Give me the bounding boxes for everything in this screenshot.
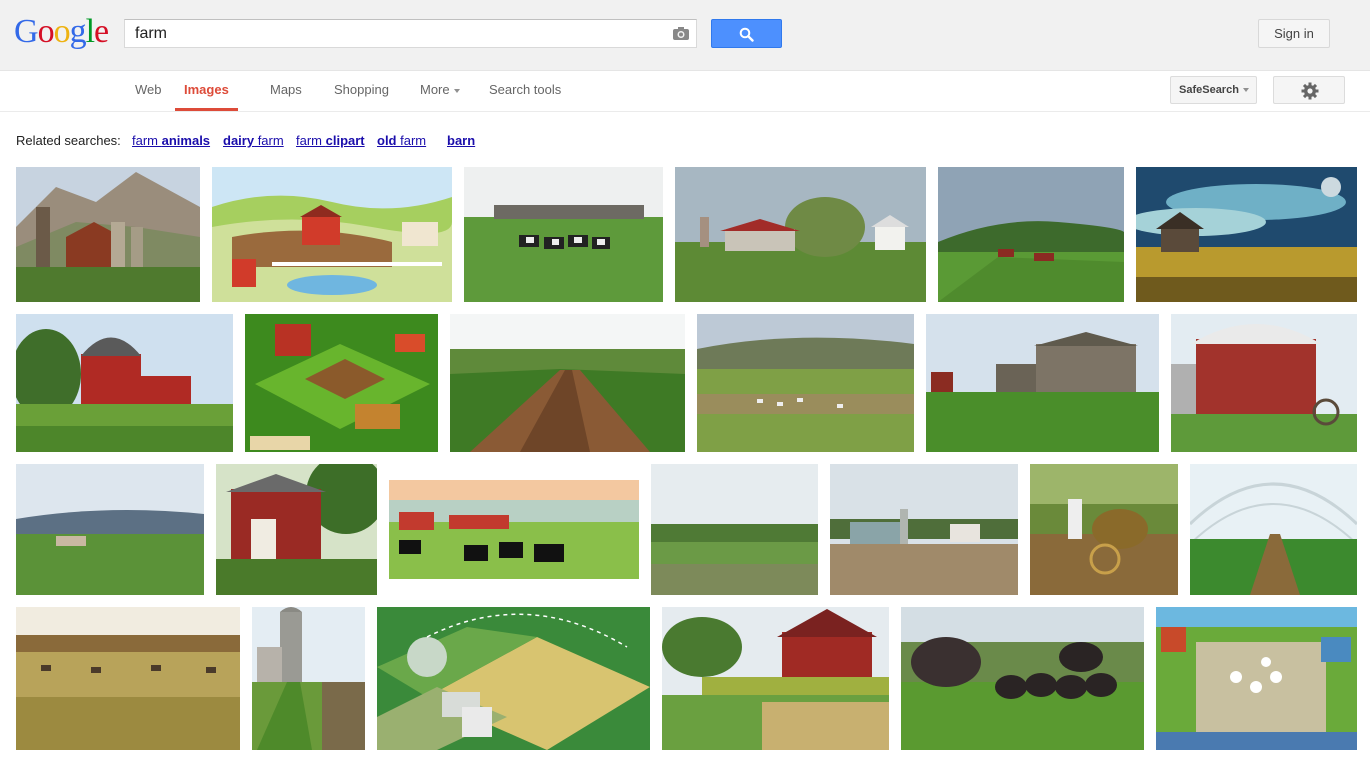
logo-letter: g [69, 13, 87, 50]
precision-farm-diagram-image [377, 607, 650, 750]
related-link-dairy-farm[interactable]: dairy farm [223, 133, 284, 148]
settings-button[interactable] [1273, 76, 1345, 104]
image-result-grey-barn[interactable] [926, 314, 1159, 452]
meadow-hills-image [16, 464, 204, 595]
farm-frenzy-game-image [1156, 607, 1357, 750]
related-link-farm-animals[interactable]: farm animals [132, 133, 210, 148]
image-result-old-house-sky[interactable] [1136, 167, 1357, 302]
search-button[interactable] [711, 19, 782, 48]
image-result-pasture-animals[interactable] [697, 314, 914, 452]
logo-letter: e [94, 13, 109, 50]
image-result-farm-game[interactable] [245, 314, 438, 452]
image-result-precision-farm-diagram[interactable] [377, 607, 650, 750]
image-result-red-barn-wagon[interactable] [1171, 314, 1357, 452]
red-barn-corn-image [16, 314, 233, 452]
image-result-barn-mountains[interactable] [16, 167, 200, 302]
related-searches-label: Related searches: [16, 133, 121, 148]
search-nav: Web Images Maps Shopping More Search too… [0, 71, 1370, 112]
camera-icon[interactable] [672, 26, 690, 41]
image-result-cow-painting[interactable] [389, 480, 639, 579]
farmer-wheelbarrow-image [1030, 464, 1178, 595]
tab-more-label: More [420, 82, 450, 97]
red-barn-wagon-image [1171, 314, 1357, 452]
image-result-green-valley[interactable] [938, 167, 1124, 302]
barn-garden-image [216, 464, 377, 595]
gear-icon [1301, 82, 1319, 100]
image-result-cartoon-farm[interactable] [212, 167, 452, 302]
tab-more[interactable]: More [420, 71, 460, 111]
dairy-silos-image [830, 464, 1018, 595]
related-link-barn[interactable]: barn [447, 133, 475, 148]
safesearch-label: SafeSearch [1179, 84, 1239, 96]
tab-maps[interactable]: Maps [270, 71, 302, 111]
pasture-animals-image [697, 314, 914, 452]
greenhouse-image [1190, 464, 1357, 595]
image-result-cows-grazing[interactable] [464, 167, 663, 302]
image-result-cattle-pasture[interactable] [16, 607, 240, 750]
image-result-plowed-rows[interactable] [450, 314, 685, 452]
search-input[interactable] [135, 20, 655, 47]
cartoon-farm-image [212, 167, 452, 302]
image-result-red-barn-corn[interactable] [16, 314, 233, 452]
silo-path-image [252, 607, 365, 750]
tab-images[interactable]: Images [175, 71, 238, 111]
image-result-barn-garden[interactable] [216, 464, 377, 595]
tab-web[interactable]: Web [135, 71, 162, 111]
chevron-down-icon [453, 88, 460, 93]
image-result-barn-cornfield[interactable] [662, 607, 889, 750]
related-link-farm-clipart[interactable]: farm clipart [296, 133, 365, 148]
farm-game-image [245, 314, 438, 452]
grey-barn-image [926, 314, 1159, 452]
image-result-silo-path[interactable] [252, 607, 365, 750]
search-icon [739, 27, 754, 42]
cow-painting-image [389, 480, 639, 579]
logo-letter: l [85, 13, 96, 50]
image-result-red-farmhouse[interactable] [675, 167, 926, 302]
plowed-rows-image [450, 314, 685, 452]
barn-mountains-image [16, 167, 200, 302]
chevron-down-icon [1242, 88, 1249, 93]
image-result-greenhouse[interactable] [1190, 464, 1357, 595]
header: Google Sign in [0, 0, 1370, 71]
black-pigs-image [901, 607, 1144, 750]
red-farmhouse-image [675, 167, 926, 302]
field-rows-image [651, 464, 818, 595]
image-result-field-rows[interactable] [651, 464, 818, 595]
cows-grazing-image [464, 167, 663, 302]
image-result-farmer-wheelbarrow[interactable] [1030, 464, 1178, 595]
image-result-farm-frenzy-game[interactable] [1156, 607, 1357, 750]
green-valley-image [938, 167, 1124, 302]
barn-cornfield-image [662, 607, 889, 750]
logo-letter: G [14, 13, 39, 50]
image-result-meadow-hills[interactable] [16, 464, 204, 595]
old-house-sky-image [1136, 167, 1357, 302]
google-logo[interactable]: Google [14, 13, 109, 50]
safesearch-dropdown[interactable]: SafeSearch [1170, 76, 1257, 104]
logo-letter: o [37, 13, 55, 50]
image-result-black-pigs[interactable] [901, 607, 1144, 750]
cattle-pasture-image [16, 607, 240, 750]
related-link-old-farm[interactable]: old farm [377, 133, 426, 148]
image-result-dairy-silos[interactable] [830, 464, 1018, 595]
signin-button[interactable]: Sign in [1258, 19, 1330, 48]
search-box [124, 19, 697, 48]
logo-letter: o [53, 13, 71, 50]
tab-shopping[interactable]: Shopping [334, 71, 389, 111]
search-tools-button[interactable]: Search tools [489, 71, 561, 111]
